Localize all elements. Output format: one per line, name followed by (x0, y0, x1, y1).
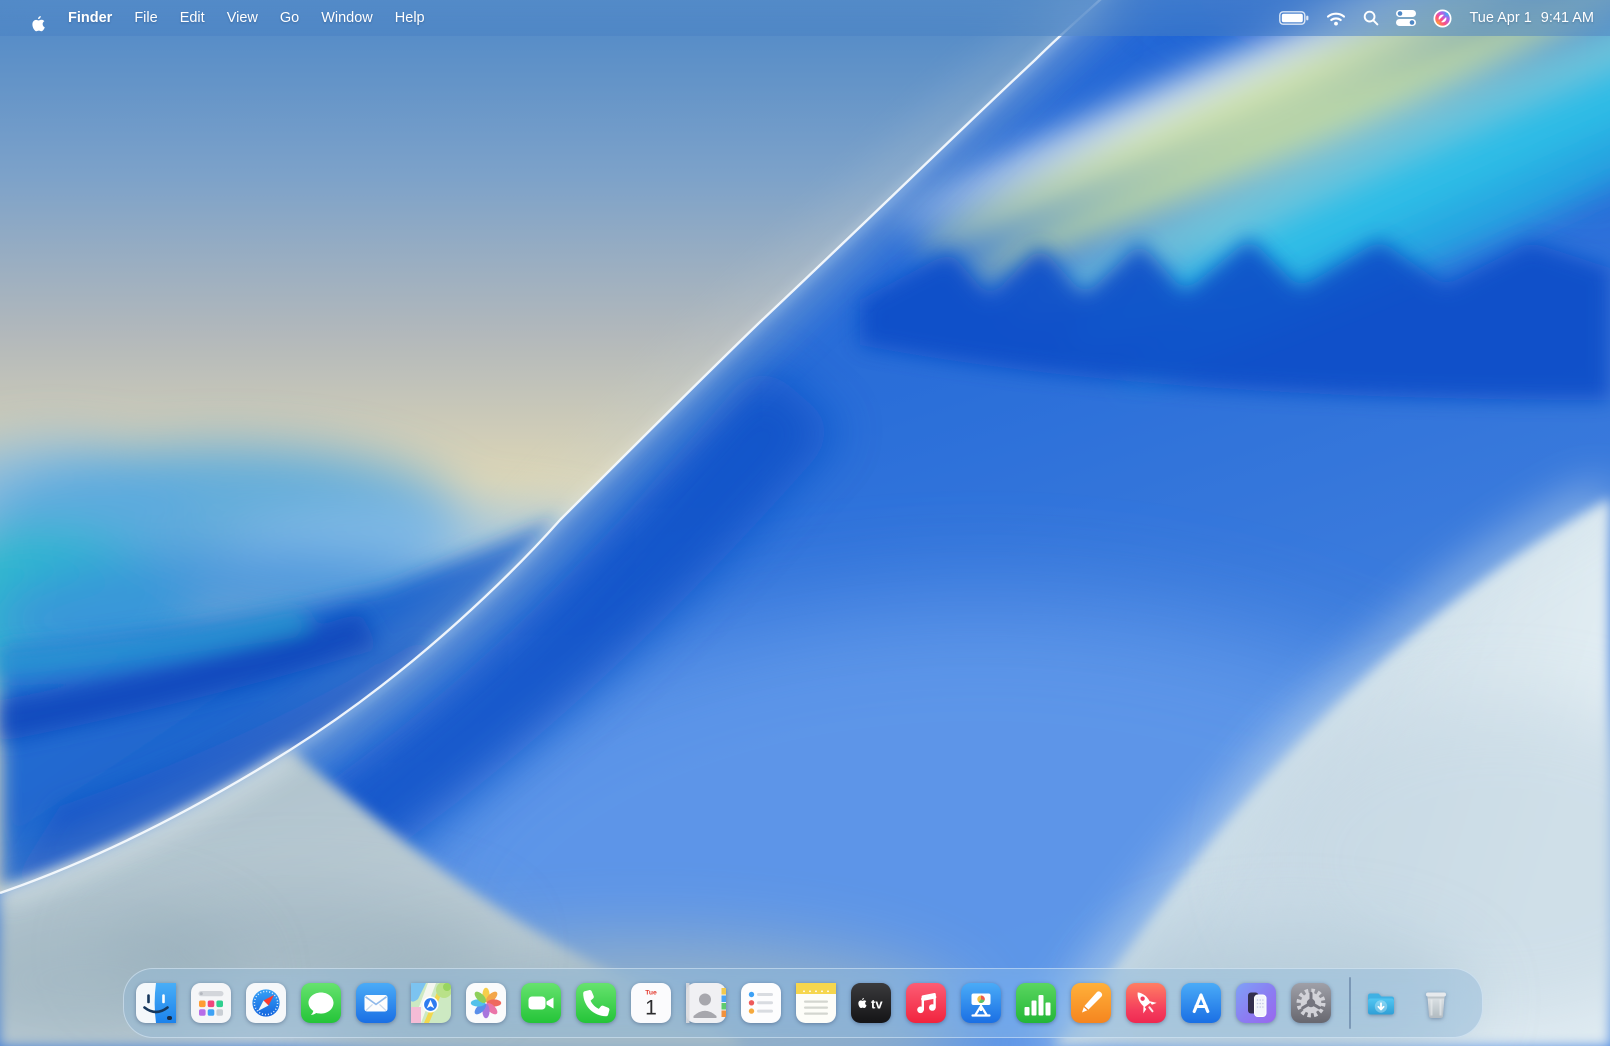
dock-item-reminders[interactable] (741, 983, 781, 1023)
calendar-icon: Tue 1 (631, 983, 671, 1023)
running-indicator-dot (167, 1015, 172, 1020)
contacts-icon (686, 983, 726, 1023)
menu-window[interactable]: Window (310, 0, 384, 36)
menu-file[interactable]: File (123, 0, 168, 36)
menu-edit[interactable]: Edit (169, 0, 216, 36)
menu-view[interactable]: View (216, 0, 269, 36)
dock-item-contacts[interactable] (686, 983, 726, 1023)
apple-tv-icon: tv (851, 983, 891, 1023)
control-center[interactable] (1396, 10, 1417, 26)
dock-item-pages[interactable] (1071, 983, 1111, 1023)
dock-item-safari[interactable] (246, 983, 286, 1023)
search-icon (1364, 10, 1379, 26)
pages-icon (1071, 983, 1111, 1023)
dock-item-keynote[interactable] (961, 983, 1001, 1023)
spotlight-search[interactable] (1363, 10, 1379, 26)
control-center-icon (1396, 10, 1417, 26)
calendar-day-label: 1 (645, 997, 657, 1020)
menu-app-name[interactable]: Finder (57, 0, 123, 36)
photos-icon (466, 983, 506, 1023)
apple-menu[interactable] (20, 5, 57, 32)
keynote-icon (961, 983, 1001, 1023)
clock-time: 9:41 AM (1540, 10, 1594, 26)
clock-date: Tue Apr 1 (1469, 10, 1532, 26)
siri-icon (1433, 9, 1452, 27)
apple-icon (32, 15, 45, 31)
dock-item-photos[interactable] (466, 983, 506, 1023)
dock-item-downloads[interactable] (1361, 983, 1401, 1023)
facetime-icon (521, 983, 561, 1023)
calendar-weekday-label: Tue (645, 990, 657, 997)
safari-icon (246, 983, 286, 1023)
tv-label: tv (871, 997, 883, 1012)
dock-item-apps[interactable] (191, 983, 231, 1023)
system-settings-icon (1291, 983, 1331, 1023)
battery-indicator[interactable] (1279, 11, 1309, 25)
dock: Tue 1 tv (123, 968, 1483, 1038)
notes-icon (796, 983, 836, 1023)
trash-icon (1426, 992, 1446, 1018)
app-store-icon (1181, 983, 1221, 1023)
dock-item-tv[interactable]: tv (851, 983, 891, 1023)
dock-separator[interactable] (1349, 977, 1351, 1029)
apps-launchpad-icon (191, 983, 231, 1023)
dock-item-messages[interactable] (301, 983, 341, 1023)
games-icon (1126, 983, 1166, 1023)
menu-bar-clock[interactable]: Tue Apr 1 9:41 AM (1469, 10, 1594, 26)
siri[interactable] (1433, 9, 1452, 28)
downloads-folder-icon (1368, 993, 1394, 1015)
dock-item-games[interactable] (1126, 983, 1166, 1023)
reminders-icon (741, 983, 781, 1023)
phone-icon (576, 983, 616, 1023)
dock-item-trash[interactable] (1416, 983, 1456, 1023)
menu-go[interactable]: Go (269, 0, 310, 36)
maps-icon (411, 983, 451, 1023)
dock-item-finder[interactable] (136, 983, 176, 1023)
numbers-icon (1016, 983, 1056, 1023)
music-icon (906, 983, 946, 1023)
wifi-icon (1327, 12, 1346, 25)
menu-bar: Finder File Edit View Go Window Help Tue… (0, 0, 1610, 36)
dock-item-numbers[interactable] (1016, 983, 1056, 1023)
dock-item-facetime[interactable] (521, 983, 561, 1023)
menu-bar-status: Tue Apr 1 9:41 AM (1279, 9, 1610, 28)
dock-item-phone[interactable] (576, 983, 616, 1023)
dock-item-calendar[interactable]: Tue 1 (631, 983, 671, 1023)
messages-icon (301, 983, 341, 1023)
dock-item-music[interactable] (906, 983, 946, 1023)
mail-icon (356, 983, 396, 1023)
dock-item-mail[interactable] (356, 983, 396, 1023)
battery-icon (1279, 11, 1309, 25)
menu-bar-left: Finder File Edit View Go Window Help (0, 0, 436, 36)
dock-item-app-store[interactable] (1181, 983, 1221, 1023)
dock-item-system-settings[interactable] (1291, 983, 1331, 1023)
desktop-wallpaper[interactable] (0, 0, 1610, 1046)
wifi-indicator[interactable] (1326, 11, 1346, 26)
dock-item-iphone-mirroring[interactable] (1236, 983, 1276, 1023)
dock-item-maps[interactable] (411, 983, 451, 1023)
iphone-mirroring-icon (1236, 983, 1276, 1023)
menu-help[interactable]: Help (384, 0, 436, 36)
dock-item-notes[interactable] (796, 983, 836, 1023)
